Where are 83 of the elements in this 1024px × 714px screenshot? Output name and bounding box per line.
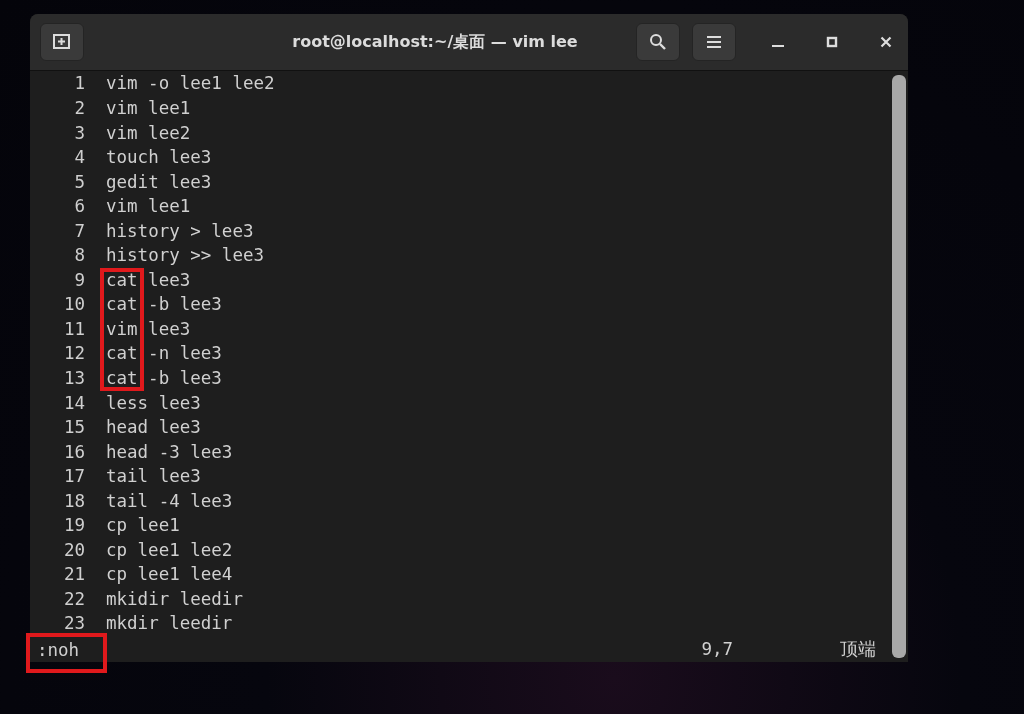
- menu-button[interactable]: [692, 23, 736, 62]
- minimize-icon: [772, 45, 784, 48]
- line-number: 15: [62, 416, 85, 440]
- close-icon: [880, 36, 892, 49]
- command-arguments: > lee3: [190, 219, 254, 243]
- line-number: 9: [73, 268, 85, 292]
- line-number: 8: [73, 244, 85, 268]
- command-arguments: lee2: [148, 121, 191, 145]
- command-word: gedit: [105, 170, 160, 194]
- command-word: vim: [105, 121, 139, 145]
- line-number: 17: [62, 465, 85, 489]
- command-word: cat: [100, 341, 144, 366]
- command-arguments: lee1: [148, 96, 191, 120]
- command-arguments: -n lee3: [148, 342, 222, 366]
- line-number: 10: [62, 293, 85, 317]
- line-number: 18: [62, 489, 85, 513]
- cursor-position: 9,7: [701, 638, 733, 661]
- maximize-icon: [826, 36, 838, 49]
- line-number: 4: [73, 146, 85, 170]
- command-word: head: [105, 440, 150, 464]
- command-word: head: [105, 416, 150, 440]
- command-word: cat: [100, 366, 144, 391]
- command-arguments: lee3: [158, 391, 201, 415]
- command-arguments: >> lee3: [190, 244, 265, 268]
- line-number: 19: [62, 514, 85, 538]
- command-arguments: lee3: [158, 416, 201, 440]
- command-arguments: lee3: [148, 317, 191, 341]
- command-arguments: lee1 lee4: [137, 563, 233, 587]
- line-number: 23: [62, 612, 85, 636]
- menu-icon: [706, 35, 722, 50]
- line-number: 7: [73, 219, 85, 243]
- command-word: vim: [100, 316, 144, 342]
- command-arguments: lee3: [169, 170, 212, 194]
- line-number: 5: [73, 170, 85, 194]
- line-number: 22: [62, 587, 85, 611]
- command-arguments: leedir: [179, 587, 243, 611]
- command-arguments: lee3: [169, 146, 212, 170]
- line-number: 16: [62, 440, 85, 464]
- command-word: cp: [105, 538, 129, 562]
- command-arguments: leedir: [169, 612, 233, 636]
- command-arguments: lee3: [148, 268, 191, 292]
- line-number: 12: [62, 342, 85, 366]
- command-word: mkdir: [105, 612, 160, 636]
- new-tab-icon: [52, 33, 72, 52]
- new-tab-button[interactable]: [40, 23, 84, 62]
- line-number: 1: [73, 72, 85, 96]
- command-arguments: lee1: [148, 195, 191, 219]
- window-title: root@localhost:~/桌面 — vim lee: [291, 31, 579, 53]
- command-arguments: lee3: [158, 465, 201, 489]
- line-number: 6: [73, 195, 85, 219]
- command-word: cp: [105, 563, 129, 587]
- scroll-position: 顶端: [840, 638, 876, 661]
- command-word: vim: [105, 96, 139, 120]
- command-arguments: -4 lee3: [158, 489, 233, 513]
- command-word: cat: [100, 267, 144, 293]
- command-arguments: -b lee3: [148, 367, 222, 390]
- search-button[interactable]: [636, 23, 680, 62]
- line-number: 2: [73, 96, 85, 120]
- command-word: tail: [105, 489, 150, 513]
- command-word: cp: [105, 514, 129, 538]
- search-icon: [649, 33, 667, 52]
- line-number: 3: [73, 121, 85, 145]
- command-word: mkidir: [105, 587, 171, 611]
- line-number: 11: [62, 317, 85, 341]
- line-number: 20: [62, 538, 85, 562]
- command-arguments: lee1: [137, 514, 180, 538]
- command-arguments: -b lee3: [148, 293, 222, 317]
- scrollbar-thumb[interactable]: [892, 75, 906, 658]
- command-arguments: lee1 lee2: [137, 538, 233, 562]
- command-word: cat: [100, 292, 144, 317]
- line-number: 14: [62, 391, 85, 415]
- command-word: vim: [105, 195, 139, 219]
- command-arguments: -3 lee3: [158, 440, 233, 464]
- command-word: history: [105, 219, 181, 243]
- command-word: less: [105, 391, 150, 415]
- command-arguments: -o lee1 lee2: [148, 72, 275, 96]
- command-text: :noh: [26, 633, 108, 673]
- command-word: history: [105, 244, 181, 268]
- command-word: tail: [105, 465, 150, 489]
- line-number: 21: [62, 563, 85, 587]
- command-word: touch: [105, 146, 160, 170]
- line-number: 13: [62, 367, 85, 390]
- command-word: vim: [105, 72, 139, 96]
